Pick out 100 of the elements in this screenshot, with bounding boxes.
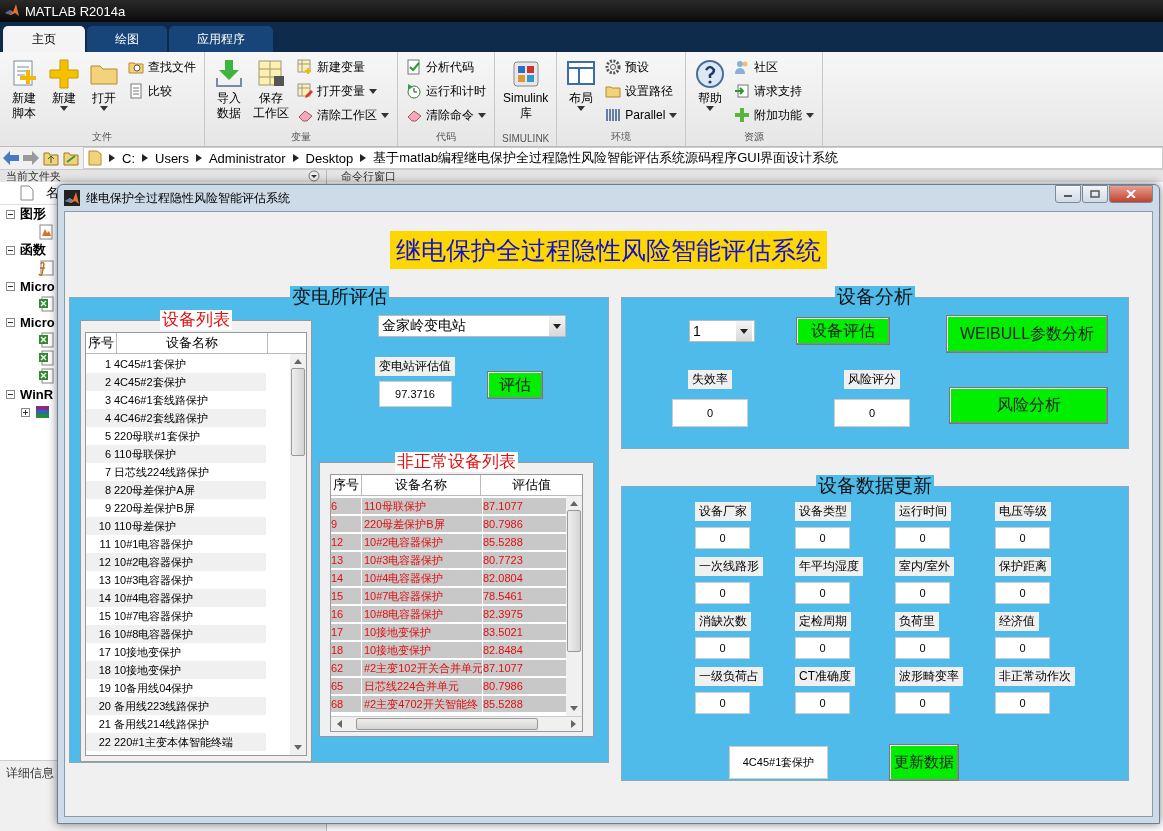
input-field[interactable]: 0	[895, 582, 950, 604]
input-field[interactable]: 0	[695, 582, 750, 604]
path-segment[interactable]: Administrator	[208, 150, 286, 166]
column-header[interactable]: 名	[46, 184, 59, 202]
arrow-down-icon[interactable]	[570, 706, 578, 711]
weibull-analysis-button[interactable]: WEIBULL参数分析	[946, 315, 1108, 353]
chevron-icon	[195, 154, 202, 162]
path-segment[interactable]: 基于matlab编程继电保护全过程隐性风险智能评估系统源码程序GUI界面设计系统	[373, 149, 839, 167]
update-data-button[interactable]: 更新数据	[889, 744, 959, 781]
scroll-thumb[interactable]	[291, 368, 305, 456]
score-field[interactable]: 97.3716	[378, 381, 452, 407]
collapse-icon[interactable]	[6, 317, 15, 327]
folder-up-icon[interactable]	[43, 150, 59, 166]
arrow-right-icon[interactable]	[571, 720, 576, 728]
table-cell-text: 22	[97, 736, 112, 748]
toolstrip-button[interactable]: 设置路径	[603, 80, 680, 102]
table-cell: 14	[331, 570, 362, 586]
table-cell-text: 11	[98, 538, 112, 550]
input-field[interactable]: 0	[995, 527, 1050, 549]
device-evaluate-button[interactable]: 设备评估	[796, 317, 890, 345]
toolstrip-button[interactable]: 附加功能	[732, 104, 817, 126]
input-field[interactable]: 0	[995, 692, 1050, 714]
table-cell-text: 19	[97, 682, 112, 694]
table-cell-text: 20	[97, 700, 112, 712]
input-field[interactable]: 0	[795, 582, 850, 604]
scrollbar[interactable]	[290, 354, 306, 755]
scroll-thumb[interactable]	[356, 718, 538, 730]
metric-field[interactable]: 0	[672, 399, 748, 427]
toolstrip-button[interactable]: Parallel	[603, 104, 680, 126]
column-header[interactable]: 序号	[331, 475, 362, 495]
device-select[interactable]: 1	[689, 320, 755, 342]
risk-analysis-button[interactable]: 风险分析	[949, 387, 1108, 424]
toolstrip-button[interactable]: 保存 工作区	[251, 56, 291, 130]
toolstrip-button[interactable]: 清除命令	[404, 104, 488, 126]
input-field[interactable]: 0	[695, 692, 750, 714]
evaluate-button[interactable]: 评估	[487, 371, 543, 399]
path-segment[interactable]: Users	[155, 150, 189, 166]
input-field[interactable]: 0	[895, 692, 950, 714]
toolstrip-button[interactable]: 预设	[603, 56, 680, 78]
toolstrip-button[interactable]: 布局	[563, 56, 600, 130]
arrow-up-icon[interactable]	[570, 501, 578, 506]
input-field[interactable]: 0	[795, 637, 850, 659]
toolstrip-button[interactable]: 查找文件	[126, 56, 198, 78]
maximize-button[interactable]	[1082, 185, 1108, 203]
column-header[interactable]: 设备名称	[117, 333, 268, 353]
minimize-button[interactable]	[1055, 185, 1081, 203]
table-cell: 10#4电容器保护	[362, 570, 483, 586]
toolstrip-button[interactable]: 打开	[86, 56, 122, 130]
dropdown-icon[interactable]	[308, 170, 320, 182]
path-segment[interactable]: Desktop	[305, 150, 354, 166]
collapse-icon[interactable]	[6, 389, 15, 399]
toolstrip-button[interactable]: Simulink 库	[501, 56, 551, 133]
expand-icon[interactable]	[21, 407, 30, 417]
toolstrip-button[interactable]: 打开变量	[295, 80, 391, 102]
column-header[interactable]: 设备名称	[362, 475, 481, 495]
collapse-icon[interactable]	[6, 209, 15, 219]
collapse-icon[interactable]	[6, 281, 15, 291]
back-arrow-icon[interactable]	[3, 151, 19, 165]
toolstrip-button[interactable]: 新建	[46, 56, 82, 130]
ribbon-tab[interactable]: 应用程序	[169, 26, 273, 52]
toolstrip-button[interactable]: 请求支持	[732, 80, 817, 102]
path-segment[interactable]: C:	[122, 150, 135, 166]
toolstrip-button[interactable]: 帮助	[692, 56, 729, 130]
document-icon	[128, 83, 144, 99]
toolstrip-button[interactable]: 分析代码	[404, 56, 488, 78]
field-label: CT准确度	[795, 667, 855, 686]
input-field[interactable]: 0	[795, 692, 850, 714]
caret-icon	[806, 112, 815, 118]
toolstrip-button[interactable]: 清除工作区	[295, 104, 391, 126]
folder-browse-icon[interactable]	[63, 150, 79, 166]
device-name-field[interactable]: 4C45#1套保护	[729, 746, 828, 779]
close-icon	[1126, 190, 1136, 198]
scroll-thumb[interactable]	[567, 510, 581, 652]
input-field[interactable]: 0	[995, 582, 1050, 604]
toolstrip-button[interactable]: 新建 脚本	[6, 56, 42, 130]
scrollbar[interactable]	[331, 716, 582, 731]
column-header[interactable]: 评估值	[481, 475, 582, 495]
toolstrip-button[interactable]: 新建变量	[295, 56, 391, 78]
toolstrip-button[interactable]: 社区	[732, 56, 817, 78]
arrow-left-icon[interactable]	[337, 720, 342, 728]
toolstrip-button[interactable]: 导入 数据	[211, 56, 247, 130]
station-select[interactable]: 金家岭变电站	[378, 315, 566, 337]
close-button[interactable]	[1109, 185, 1153, 203]
arrow-up-icon[interactable]	[294, 359, 302, 364]
toolstrip-button[interactable]: 比较	[126, 80, 198, 102]
arrow-down-icon[interactable]	[294, 745, 302, 750]
ribbon-tab[interactable]: 主页	[3, 26, 85, 52]
scrollbar[interactable]	[566, 496, 582, 716]
ribbon-tab[interactable]: 绘图	[87, 26, 167, 52]
column-header[interactable]: 序号	[86, 333, 117, 353]
input-field[interactable]: 0	[895, 637, 950, 659]
caret-icon	[740, 328, 748, 334]
toolstrip-button[interactable]: 运行和计时	[404, 80, 488, 102]
input-field[interactable]: 0	[795, 527, 850, 549]
input-field[interactable]: 0	[695, 527, 750, 549]
input-field[interactable]: 0	[895, 527, 950, 549]
metric-field[interactable]: 0	[834, 399, 910, 427]
collapse-icon[interactable]	[6, 245, 15, 255]
input-field[interactable]: 0	[695, 637, 750, 659]
input-field[interactable]: 0	[995, 637, 1050, 659]
